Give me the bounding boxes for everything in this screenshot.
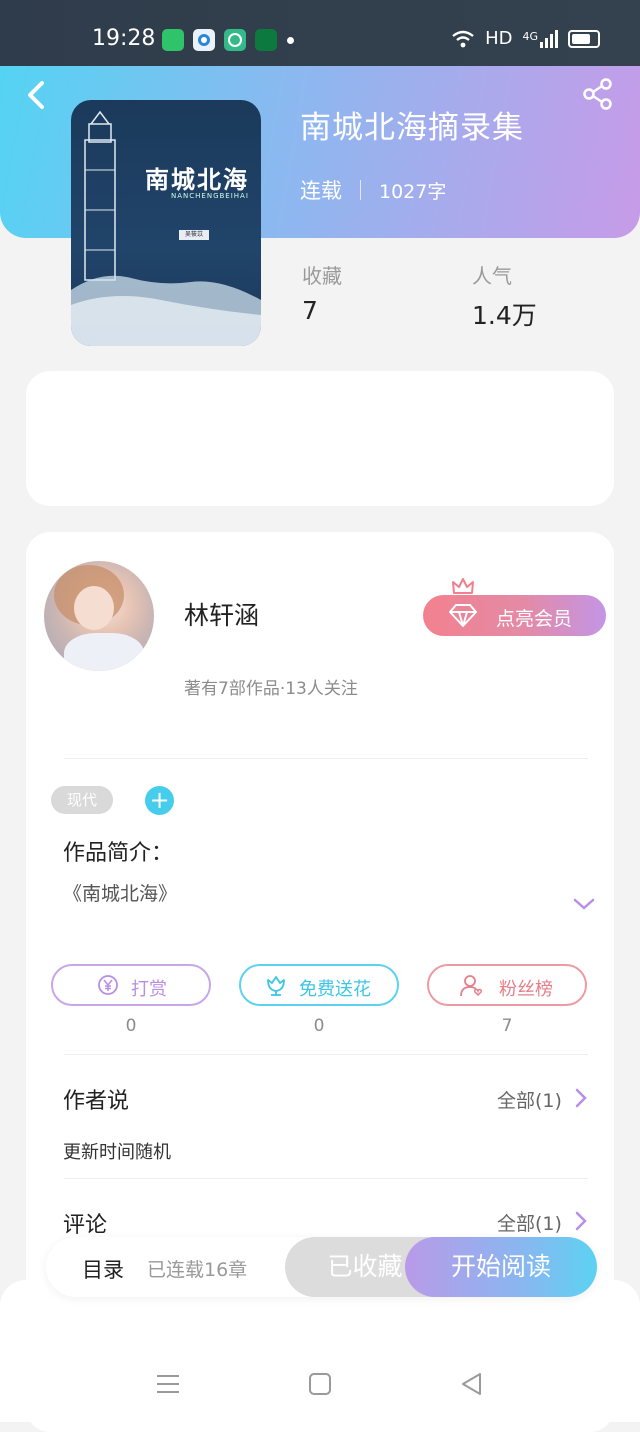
crown-icon — [452, 578, 474, 594]
oppo-notification-icon — [255, 29, 277, 51]
yen-coin-icon — [98, 975, 118, 995]
add-tag-button[interactable]: + — [145, 786, 174, 815]
book-meta: 连载 1027字 — [300, 175, 446, 205]
signal-icon: 4G — [522, 29, 558, 48]
chevron-down-icon[interactable] — [572, 896, 596, 912]
fan-rank-button[interactable]: 粉丝榜 — [427, 964, 587, 1006]
author-stats: 著有7部作品·13人关注 — [184, 679, 358, 699]
author-name[interactable]: 林轩涵 — [184, 596, 259, 632]
network-hd-label: HD — [485, 28, 513, 49]
share-icon[interactable] — [582, 78, 614, 110]
send-flower-button[interactable]: 免费送花 — [239, 964, 399, 1006]
back-button[interactable] — [22, 80, 52, 110]
author-says-content: 更新时间随机 — [63, 1142, 171, 1163]
cover-pinyin: NANCHENGBEIHAI — [171, 192, 249, 200]
author-avatar[interactable] — [44, 561, 154, 671]
lighthouse-illustration — [71, 110, 261, 346]
status-time: 19:28 — [92, 26, 156, 51]
vip-label: 点亮会员 — [496, 608, 573, 630]
browser-notification-icon — [193, 29, 215, 51]
book-status: 连载 — [300, 179, 342, 203]
menu-icon[interactable] — [154, 1370, 182, 1398]
cover-title: 南城北海 — [145, 165, 249, 194]
divider — [64, 1178, 588, 1179]
flower-count: 0 — [313, 1016, 325, 1036]
intro-text: 《南城北海》 — [63, 883, 178, 905]
chat-notification-icon — [224, 29, 246, 51]
cover-author-stamp: 吴筱苡 — [179, 230, 209, 240]
vip-button[interactable]: 点亮会员 — [423, 595, 606, 636]
back-nav-icon[interactable] — [458, 1370, 486, 1398]
chapters-label: 已连载16章 — [147, 1259, 248, 1281]
popularity-value: 1.4万 — [472, 301, 537, 330]
start-reading-button[interactable]: 开始阅读 — [405, 1237, 597, 1297]
author-says-all-link[interactable]: 全部(1) — [497, 1086, 562, 1113]
genre-tag[interactable]: 现代 — [51, 786, 113, 814]
book-cover[interactable]: 南城北海 NANCHENGBEIHAI 吴筱苡 — [71, 100, 261, 346]
chevron-right-icon[interactable] — [574, 1087, 588, 1109]
author-says-title: 作者说 — [63, 1089, 130, 1114]
tip-count: 0 — [125, 1016, 137, 1036]
meta-divider — [360, 180, 361, 200]
chevron-right-icon[interactable] — [574, 1210, 588, 1232]
comments-all-link[interactable]: 全部(1) — [497, 1209, 562, 1236]
battery-icon — [568, 29, 600, 48]
status-bar: 19:28 HD 4G — [0, 0, 640, 66]
home-icon[interactable] — [306, 1370, 334, 1398]
status-indicators: HD 4G — [451, 28, 600, 49]
book-title: 南城北海摘录集 — [300, 110, 524, 146]
wifi-icon — [452, 30, 474, 47]
favorites-value: 7 — [302, 296, 318, 325]
favorites-label: 收藏 — [302, 264, 342, 288]
tip-label: 打赏 — [131, 979, 167, 1000]
toc-button[interactable]: 目录 — [82, 1254, 124, 1284]
divider — [64, 1054, 588, 1055]
flower-icon — [267, 976, 285, 996]
word-count: 1027字 — [379, 180, 447, 203]
tip-button[interactable]: 打赏 — [51, 964, 211, 1006]
blank-card — [26, 371, 614, 506]
fan-rank-label: 粉丝榜 — [499, 979, 553, 1000]
fan-user-icon — [460, 975, 483, 997]
comments-title: 评论 — [63, 1213, 108, 1238]
send-flower-label: 免费送花 — [299, 979, 371, 1000]
more-notifications-dot — [287, 37, 294, 44]
fan-count: 7 — [501, 1016, 513, 1036]
intro-title: 作品简介： — [63, 841, 174, 866]
popularity-label: 人气 — [472, 264, 512, 288]
system-nav-bar — [0, 1280, 640, 1422]
diamond-icon — [449, 604, 477, 627]
divider — [64, 758, 588, 759]
app-notification-icon — [162, 29, 184, 51]
